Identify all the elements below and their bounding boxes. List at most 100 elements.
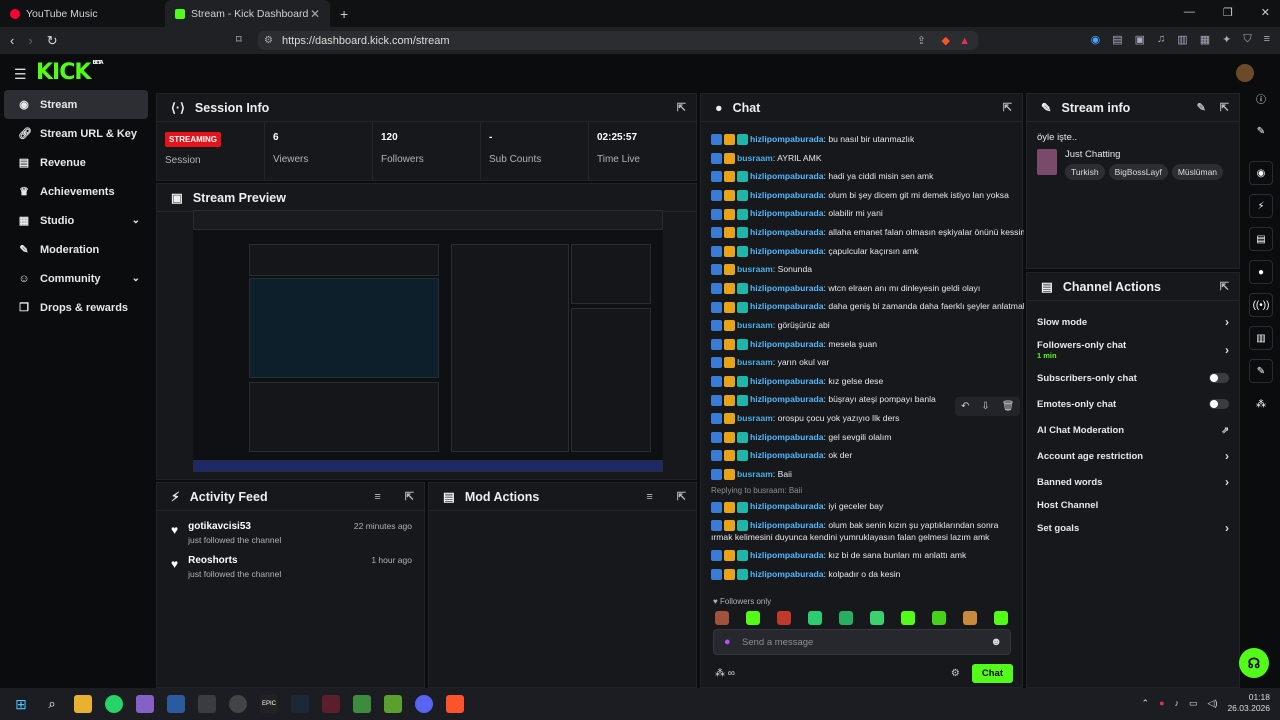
chat-message[interactable]: hizlipompaburada: kolpadır o da kesin (711, 565, 1014, 584)
emote-icon[interactable] (932, 611, 946, 625)
emote-icon[interactable] (901, 611, 915, 625)
chat-message[interactable]: hizlipompaburada: kız bi de sana bunları… (711, 546, 1014, 565)
chat-username[interactable]: busraam (737, 469, 773, 479)
wallet-icon[interactable]: ▦ (1200, 33, 1210, 46)
chat-username[interactable]: busraam (737, 413, 773, 423)
chat-username[interactable]: hizlipompaburada (750, 520, 824, 530)
maximize-icon[interactable]: ❐ (1223, 6, 1233, 19)
gear-icon[interactable]: ⚙ (951, 668, 960, 679)
filter-icon[interactable]: ≡ (646, 491, 652, 503)
obs-icon[interactable] (229, 695, 247, 713)
media-icon[interactable]: ♫ (1157, 33, 1165, 46)
store-icon[interactable] (198, 695, 216, 713)
chat-username[interactable]: hizlipompaburada (750, 550, 824, 560)
server-icon[interactable]: ▥ (1249, 326, 1273, 350)
delete-icon[interactable]: 🗑︎ (1002, 401, 1015, 412)
extension-icon[interactable]: ◉ (1091, 33, 1101, 46)
wrench-icon[interactable]: ✎ (1249, 359, 1273, 383)
chat-message[interactable]: hizlipompaburada: olum bi şey dicem git … (711, 186, 1014, 205)
chat-message[interactable]: busraam: yarın okul var (711, 353, 1014, 372)
chat-message[interactable]: hizlipompaburada: gel sevgili olalım (711, 428, 1014, 447)
menu-icon[interactable]: ≡ (1264, 33, 1270, 46)
emote-icon[interactable] (994, 611, 1008, 625)
reader-icon[interactable]: ▤ (1112, 33, 1122, 46)
close-tab-icon[interactable]: ✕ (310, 7, 320, 21)
chat-username[interactable]: hizlipompaburada (750, 283, 824, 293)
stream-preview-video[interactable] (193, 210, 663, 472)
chat-message[interactable]: hizlipompaburada: kız gelse dese (711, 372, 1014, 391)
tray-app-icon[interactable]: ● (1159, 698, 1164, 708)
sidebar-item-drops-rewards[interactable]: ❒ Drops & rewards (4, 293, 148, 322)
chat-message[interactable]: hizlipompaburada: iyi geceler bay (711, 497, 1014, 516)
sidebar-item-studio[interactable]: ▦ Studio ⌄ (4, 206, 148, 235)
chat-username[interactable]: busraam (737, 264, 773, 274)
popout-icon[interactable]: ⇱ (677, 490, 686, 503)
filter-icon[interactable]: ≡ (374, 491, 380, 503)
chat-username[interactable]: hizlipompaburada (750, 450, 824, 460)
chat-message[interactable]: hizlipompaburada: daha geniş bi zamanda … (711, 297, 1024, 316)
account-age-row[interactable]: Account age restriction › (1027, 443, 1239, 469)
chat-username[interactable]: hizlipompaburada (750, 394, 824, 404)
chat-message-list[interactable]: hizlipompaburada: bu nasıl bir utanmazlı… (701, 122, 1024, 598)
url-field[interactable]: ⚙ https://dashboard.kick.com/stream ⇪ ◆ … (258, 31, 978, 50)
emote-icon[interactable] (746, 611, 760, 625)
sidebar-item-community[interactable]: ☺ Community ⌄ (4, 264, 148, 293)
app-icon[interactable] (322, 695, 340, 713)
brave-rewards-icon[interactable]: ▲ (959, 35, 970, 47)
chat-message[interactable]: hizlipompaburada: bu nasıl bir utanmazlı… (711, 130, 1014, 149)
tab-youtube-music[interactable]: YouTube Music (0, 0, 165, 27)
emote-icon[interactable] (808, 611, 822, 625)
slow-mode-row[interactable]: Slow mode › (1027, 309, 1239, 335)
help-button[interactable]: ☊ (1239, 648, 1269, 678)
sidebar-item-revenue[interactable]: ▤ Revenue (4, 148, 148, 177)
popout-icon[interactable]: ⇱ (677, 101, 686, 114)
subscribers-only-toggle[interactable] (1209, 373, 1229, 383)
sidebar-item-stream[interactable]: ◉ Stream (4, 90, 148, 119)
chat-message[interactable]: hizlipompaburada: olabilir mi yani (711, 204, 1014, 223)
share-icon[interactable]: ⇪ (917, 34, 926, 47)
chat-username[interactable]: busraam (737, 153, 773, 163)
broadcast-icon[interactable]: ((•)) (1249, 293, 1273, 317)
close-window-icon[interactable]: ✕ (1261, 6, 1270, 19)
emote-icon[interactable] (963, 611, 977, 625)
new-tab-button[interactable]: + (340, 6, 348, 22)
kick-logo[interactable]: KICK BETA (36, 60, 104, 85)
microphone-icon[interactable]: ♪ (1175, 698, 1180, 708)
chat-username[interactable]: hizlipompaburada (750, 301, 824, 311)
chat-message[interactable]: hizlipompaburada: mesela şuan (711, 335, 1014, 354)
search-icon[interactable]: ⌕ (43, 695, 61, 713)
microphone-icon[interactable]: ● (724, 636, 731, 648)
site-info-icon[interactable]: ⚙ (264, 35, 273, 46)
back-icon[interactable]: ‹ (10, 33, 14, 49)
system-clock[interactable]: 01:18 26.03.2026 (1227, 692, 1270, 714)
vpn-icon[interactable]: ⛉ (1243, 33, 1251, 46)
emotes-only-toggle[interactable] (1209, 399, 1229, 409)
host-channel-row[interactable]: Host Channel (1027, 495, 1239, 515)
info-icon[interactable]: ⓘ (1249, 86, 1273, 110)
chevron-up-icon[interactable]: ⌃ (1142, 698, 1150, 709)
set-goals-row[interactable]: Set goals › (1027, 515, 1239, 541)
emoji-icon[interactable]: ☻ (990, 636, 1002, 648)
brave-shield-icon[interactable]: ◆ (942, 34, 950, 47)
chat-username[interactable]: hizlipompaburada (750, 227, 824, 237)
ai-moderation-row[interactable]: AI Chat Moderation ⇗ (1027, 417, 1239, 443)
edit-icon[interactable]: ✎ (1197, 101, 1206, 114)
whatsapp-icon[interactable] (105, 695, 123, 713)
epic-games-icon[interactable]: EPIC (260, 695, 278, 713)
sidebar-item-achievements[interactable]: ♛ Achievements (4, 177, 148, 206)
chat-username[interactable]: hizlipompaburada (750, 569, 824, 579)
minecraft-icon[interactable] (384, 695, 402, 713)
chat-username[interactable]: busraam (737, 320, 773, 330)
emote-icon[interactable] (839, 611, 853, 625)
chat-message[interactable]: hizlipompaburada: çapulcular kaçırsın am… (711, 242, 1014, 261)
chat-username[interactable]: hizlipompaburada (750, 208, 824, 218)
emote-icon[interactable] (777, 611, 791, 625)
notepad-icon[interactable] (353, 695, 371, 713)
chat-message-input[interactable]: ● Send a message ☻ (713, 629, 1011, 655)
points-icon[interactable]: ⁂ ∞ (715, 668, 735, 679)
chat-message[interactable]: busraam: görüşürüz abi (711, 316, 1014, 335)
bookmark-icon[interactable]: ⌑ (236, 33, 242, 46)
reply-icon[interactable]: ↶ (961, 401, 969, 412)
pin-icon[interactable]: ⇩ (981, 401, 989, 412)
chat-username[interactable]: hizlipompaburada (750, 339, 824, 349)
